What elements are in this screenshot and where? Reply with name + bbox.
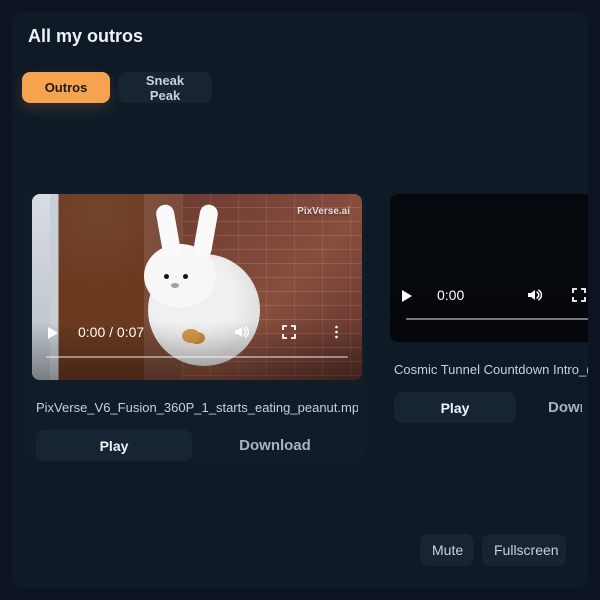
- page-title: All my outros: [28, 26, 144, 46]
- bunny-eye-left: [164, 274, 169, 279]
- video-player[interactable]: 0:00: [390, 194, 588, 342]
- download-button[interactable]: Download: [200, 430, 350, 461]
- volume-icon[interactable]: [526, 287, 542, 303]
- video-time: 0:00: [437, 287, 465, 303]
- video-time: 0:00 / 0:07: [78, 324, 145, 340]
- outros-panel: All my outros Outros Sneak Peak PixVerse…: [12, 12, 588, 588]
- progress-track[interactable]: [406, 318, 588, 320]
- progress-track[interactable]: [46, 356, 348, 358]
- bunny-nose: [171, 283, 179, 288]
- watermark-text: PixVerse.ai: [297, 206, 350, 217]
- play-icon[interactable]: [48, 327, 58, 339]
- tab-outros[interactable]: Outros: [22, 72, 110, 103]
- download-button[interactable]: Dowr: [524, 392, 582, 423]
- tab-group: Outros Sneak Peak: [22, 72, 212, 103]
- fullscreen-button[interactable]: Fullscreen: [482, 534, 566, 566]
- bunny-eye-right: [183, 274, 188, 279]
- fullscreen-icon[interactable]: [572, 288, 586, 302]
- play-button[interactable]: Play: [36, 430, 192, 461]
- fullscreen-icon[interactable]: [282, 325, 296, 339]
- play-button[interactable]: Play: [394, 392, 516, 423]
- play-icon[interactable]: [402, 290, 412, 302]
- outro-card: 0:00 Cosmic Tunnel Countdown Intro_(Pla…: [382, 192, 588, 460]
- outro-card: PixVerse.ai 0:00 / 0:07 PixVerse_V6_Fusi…: [24, 192, 366, 461]
- file-name: Cosmic Tunnel Countdown Intro_(: [394, 362, 588, 377]
- bunny-ear-right: [192, 203, 220, 260]
- more-icon[interactable]: [335, 325, 338, 339]
- tab-sneak-peak[interactable]: Sneak Peak: [118, 72, 212, 103]
- volume-icon[interactable]: [233, 324, 249, 340]
- video-player[interactable]: PixVerse.ai 0:00 / 0:07: [32, 194, 362, 380]
- card-actions: Play Download: [36, 430, 350, 461]
- footer-actions: Mute Fullscreen: [420, 534, 566, 566]
- app-root: All my outros Outros Sneak Peak PixVerse…: [0, 0, 600, 600]
- mute-button[interactable]: Mute: [420, 534, 474, 566]
- video-controls: [390, 284, 588, 342]
- card-actions: Play Dowr: [394, 392, 582, 423]
- file-name: PixVerse_V6_Fusion_360P_1_starts_eating_…: [36, 400, 358, 415]
